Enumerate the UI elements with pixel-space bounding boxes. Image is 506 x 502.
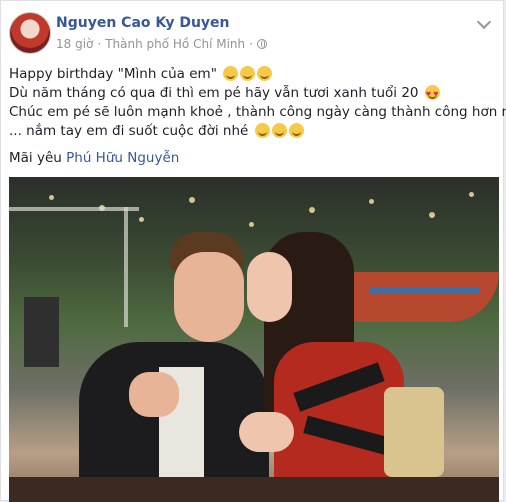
light-bulb (189, 197, 195, 203)
boat-stripe (369, 287, 479, 293)
smiling-emoji (288, 123, 304, 138)
post-line: Dù năm tháng có qua đi thì em pé hãy vẫn… (9, 84, 499, 104)
light-bulb (249, 222, 254, 227)
globe-icon[interactable] (256, 39, 267, 49)
post-time[interactable]: 18 giờ (56, 37, 93, 51)
light-bulb (309, 207, 315, 213)
post-line: Chúc em pé sẽ luôn mạnh khoẻ , thành côn… (9, 104, 506, 120)
chevron-down-icon[interactable] (476, 14, 492, 30)
post-line: Mãi yêu Phú Hữu Nguyễn (9, 150, 180, 166)
post-text: Happy birthday "Mình của em" Dù năm thán… (9, 65, 506, 168)
post-line: ... nắm tay em đi suốt cuộc đời nhé (9, 122, 499, 141)
post-meta: 18 giờ · Thành phố Hồ Chí Minh · (56, 37, 267, 51)
chair (24, 297, 59, 367)
light-bulb (429, 212, 435, 218)
chair (384, 387, 444, 477)
author-name[interactable]: Nguyen Cao Ky Duyen (56, 15, 230, 31)
meta-separator: · (97, 37, 102, 51)
grinning-emoji (223, 66, 239, 81)
grinning-emoji (257, 66, 273, 81)
tagged-person-link[interactable]: Phú Hữu Nguyễn (66, 150, 179, 166)
man-face (174, 252, 244, 342)
post-location[interactable]: Thành phố Hồ Chí Minh (105, 37, 245, 51)
meta-separator-2: · (249, 37, 253, 51)
grinning-emoji (240, 66, 256, 81)
smiling-emoji (271, 123, 287, 138)
light-bulb (139, 217, 144, 222)
post-photo[interactable] (9, 177, 499, 502)
canopy-post (124, 207, 128, 327)
hand (239, 412, 294, 452)
boat (349, 272, 499, 322)
heart-eyes-emoji (424, 85, 440, 104)
hand (129, 372, 179, 417)
table (9, 477, 499, 502)
canopy (9, 207, 139, 211)
smiling-emoji (254, 123, 270, 138)
avatar[interactable] (9, 12, 51, 54)
post-line: Happy birthday "Mình của em" (9, 65, 499, 84)
post-card: Nguyen Cao Ky Duyen 18 giờ · Thành phố H… (0, 0, 506, 502)
light-bulb (49, 195, 54, 200)
light-bulb (369, 199, 374, 204)
woman-face (247, 252, 292, 322)
light-bulb (469, 192, 474, 197)
